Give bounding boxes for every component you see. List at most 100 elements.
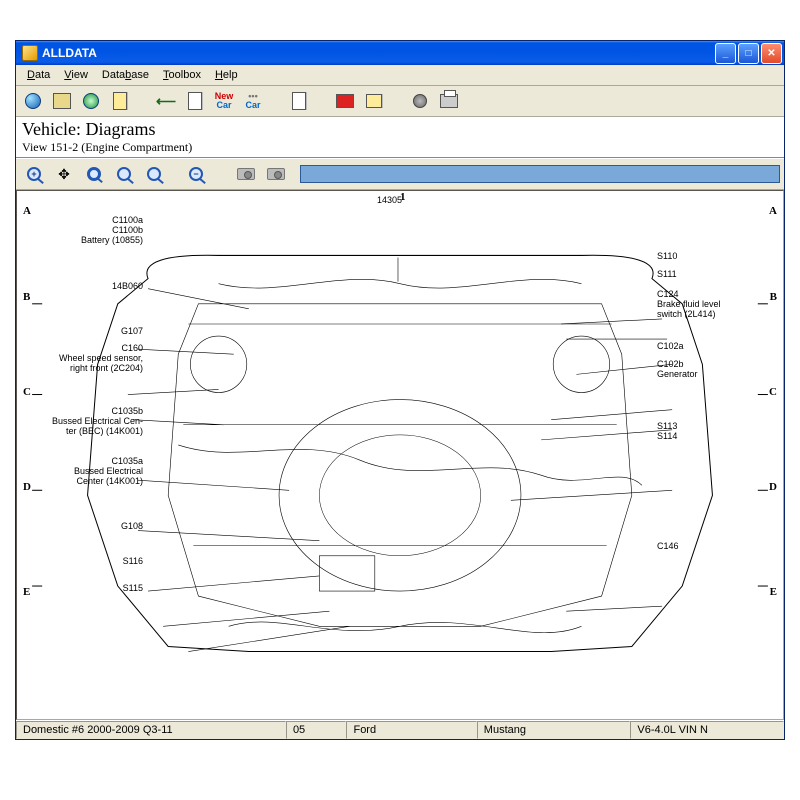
page-title: Vehicle: Diagrams bbox=[22, 119, 778, 140]
grid-row-c-left: C bbox=[23, 386, 31, 398]
grid-row-d-right: D bbox=[769, 481, 777, 493]
statusbar: Domestic #6 2000-2009 Q3-11 05 Ford Must… bbox=[16, 720, 784, 739]
diagram-toolbar: + ✥ − bbox=[16, 158, 784, 190]
printer-icon bbox=[440, 94, 458, 108]
search-button[interactable] bbox=[78, 89, 104, 113]
zoom-in-button[interactable]: + bbox=[20, 161, 48, 187]
callout-right-5: S113S114 bbox=[657, 421, 677, 441]
grid-row-c-right: C bbox=[769, 386, 777, 398]
print-button[interactable] bbox=[436, 89, 462, 113]
camera2-button[interactable] bbox=[262, 161, 290, 187]
callout-right-2: C124Brake fluid levelswitch (2L414) bbox=[657, 289, 721, 319]
callout-right-6: C146 bbox=[657, 541, 679, 551]
doc-icon bbox=[292, 92, 306, 110]
grid-row-e-left: E bbox=[23, 586, 30, 598]
grid-row-d-left: D bbox=[23, 481, 31, 493]
menu-database-label: ase bbox=[131, 69, 149, 81]
grid-row-a-right: A bbox=[769, 205, 777, 217]
menu-view-label: iew bbox=[71, 69, 88, 81]
new-car-button[interactable]: NewCar bbox=[211, 89, 237, 113]
zoom-out-button[interactable]: − bbox=[182, 161, 210, 187]
status-year: 05 bbox=[286, 721, 347, 739]
folder-button[interactable] bbox=[49, 89, 75, 113]
grid-row-e-right: E bbox=[770, 586, 777, 598]
case-icon bbox=[336, 94, 354, 108]
zoom-100-button[interactable] bbox=[80, 161, 108, 187]
page-heading: Vehicle: Diagrams View 151-2 (Engine Com… bbox=[16, 117, 784, 158]
note-icon bbox=[113, 92, 127, 110]
menu-help[interactable]: Help bbox=[208, 67, 245, 83]
callout-left-6: G108 bbox=[121, 521, 143, 531]
callout-left-5: C1035aBussed ElectricalCenter (14K001) bbox=[74, 456, 143, 486]
new-car-icon: NewCar bbox=[213, 92, 235, 110]
sticky-icon bbox=[366, 94, 382, 108]
toolbar-filler bbox=[300, 165, 780, 183]
check-button[interactable] bbox=[182, 89, 208, 113]
wrench-button[interactable] bbox=[407, 89, 433, 113]
status-make: Ford bbox=[346, 721, 476, 739]
zoom-fit-icon bbox=[117, 167, 131, 181]
minimize-button[interactable]: _ bbox=[715, 43, 736, 64]
car-icon: •••Car bbox=[242, 92, 264, 110]
callout-left-8: S115 bbox=[123, 583, 143, 593]
arrow-left-icon: ⟵ bbox=[156, 93, 176, 110]
camera-icon-2 bbox=[267, 168, 285, 180]
main-toolbar: ⟵ NewCar •••Car bbox=[16, 86, 784, 117]
callout-right-1: S111 bbox=[657, 269, 677, 279]
status-engine: V6-4.0L VIN N bbox=[630, 721, 784, 739]
sticky-button[interactable] bbox=[361, 89, 387, 113]
app-window: ALLDATA _ □ ✕ Data View Database Toolbox… bbox=[15, 40, 785, 740]
app-icon bbox=[22, 45, 38, 61]
globe-button[interactable] bbox=[20, 89, 46, 113]
zoom-in-icon: + bbox=[27, 167, 41, 181]
car-button[interactable]: •••Car bbox=[240, 89, 266, 113]
check-icon bbox=[188, 92, 202, 110]
grid-row-b-right: B bbox=[770, 291, 777, 303]
callout-right-3: C102a bbox=[657, 341, 684, 351]
back-button[interactable]: ⟵ bbox=[153, 89, 179, 113]
zoom-100-icon bbox=[87, 167, 101, 181]
wrench-icon bbox=[413, 94, 427, 108]
callout-left-2: G107 bbox=[121, 326, 143, 336]
callout-right-0: S110 bbox=[657, 251, 677, 261]
close-button[interactable]: ✕ bbox=[761, 43, 782, 64]
titlebar[interactable]: ALLDATA _ □ ✕ bbox=[16, 41, 784, 65]
menu-view[interactable]: View bbox=[57, 67, 95, 83]
globe-icon bbox=[25, 93, 41, 109]
camera-icon bbox=[237, 168, 255, 180]
window-title: ALLDATA bbox=[42, 46, 713, 60]
callout-left-3: C160Wheel speed sensor,right front (2C20… bbox=[59, 343, 143, 373]
status-model: Mustang bbox=[477, 721, 631, 739]
callout-left-7: S116 bbox=[123, 556, 143, 566]
zoom-fit-button[interactable] bbox=[110, 161, 138, 187]
page-subtitle: View 151-2 (Engine Compartment) bbox=[22, 140, 778, 155]
maximize-button[interactable]: □ bbox=[738, 43, 759, 64]
callout-14305: 14305 bbox=[377, 195, 402, 205]
callout-left-0: C1100aC1100bBattery (10855) bbox=[81, 215, 143, 245]
menubar: Data View Database Toolbox Help bbox=[16, 65, 784, 86]
callout-right-4: C102bGenerator bbox=[657, 359, 698, 379]
camera1-button[interactable] bbox=[232, 161, 260, 187]
menu-data[interactable]: Data bbox=[20, 67, 57, 83]
zoom-out-icon: − bbox=[189, 167, 203, 181]
menu-toolbox-label: oolbox bbox=[169, 69, 201, 81]
menu-toolbox[interactable]: Toolbox bbox=[156, 67, 208, 83]
menu-data-label: ata bbox=[35, 69, 50, 81]
pan-button[interactable]: ✥ bbox=[50, 161, 78, 187]
menu-help-label: elp bbox=[223, 69, 238, 81]
engine-compartment-diagram: A B C D E A B C D E 1 bbox=[17, 191, 783, 719]
folder-icon bbox=[53, 93, 71, 109]
menu-database[interactable]: Database bbox=[95, 67, 156, 83]
note-button[interactable] bbox=[107, 89, 133, 113]
pan-icon: ✥ bbox=[58, 166, 70, 183]
zoom-region-button[interactable] bbox=[140, 161, 168, 187]
diagram-viewport[interactable]: A B C D E A B C D E 1 bbox=[16, 190, 784, 720]
case-button[interactable] bbox=[332, 89, 358, 113]
search-icon bbox=[83, 93, 99, 109]
callout-left-1: 14B060 bbox=[112, 281, 143, 291]
callout-left-4: C1035bBussed Electrical Cen-ter (BEC) (1… bbox=[52, 406, 143, 436]
zoom-region-icon bbox=[147, 167, 161, 181]
grid-row-b-left: B bbox=[23, 291, 30, 303]
grid-row-a-left: A bbox=[23, 205, 31, 217]
doc-button[interactable] bbox=[286, 89, 312, 113]
